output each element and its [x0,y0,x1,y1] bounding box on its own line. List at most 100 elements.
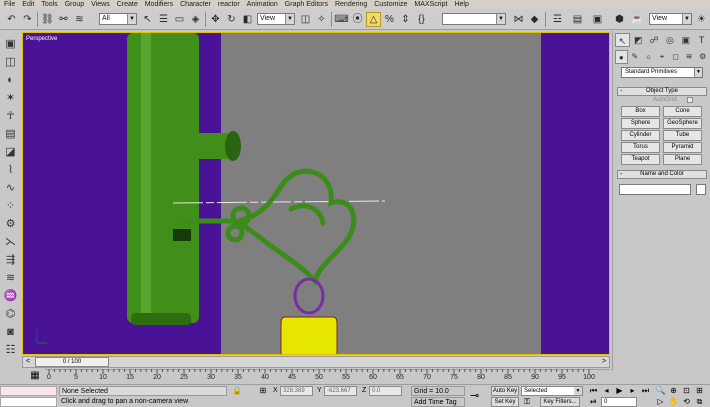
menu-views[interactable]: Views [91,1,110,8]
object-color-swatch[interactable] [696,184,706,195]
menu-modifiers[interactable]: Modifiers [145,1,173,8]
layer-manager-icon[interactable]: ☲ [550,12,565,27]
create-tab-icon[interactable]: ↖ [615,33,630,47]
key-mode-toggle-icon[interactable]: ⏯ [588,397,599,407]
lights-icon[interactable]: ☼ [642,50,655,64]
percent-snap-toggle-icon[interactable]: % [382,12,397,27]
create-cylinder-icon[interactable]: ◫ [3,54,18,69]
schematic-view-icon[interactable]: ▣ [590,12,605,27]
menu-maxscript[interactable]: MAXScript [414,1,447,8]
next-frame-icon[interactable]: ▸ [627,386,638,396]
select-by-name-icon[interactable]: ☰ [156,12,171,27]
x-coord-field[interactable]: 328.389 [280,386,313,396]
object-name-field[interactable] [619,184,691,195]
menu-help[interactable]: Help [454,1,468,8]
menu-animation[interactable]: Animation [247,1,278,8]
selection-lock-icon[interactable]: 🔒 [232,386,242,396]
perspective-viewport[interactable]: Perspective [22,32,610,355]
absolute-mode-transform-icon[interactable]: ⊞ [258,386,268,396]
material-editor-icon[interactable]: ⬢ [612,12,627,27]
render-view-dropdown[interactable]: View ▼ [649,13,692,25]
menu-graph-editors[interactable]: Graph Editors [285,1,328,8]
play-icon[interactable]: ▶ [614,386,625,396]
maximize-viewport-icon[interactable]: ⧉ [694,397,705,407]
set-key-button[interactable]: Set Key [491,397,519,407]
set-keys-icon[interactable]: ⚿ [522,397,532,407]
menu-rendering[interactable]: Rendering [335,1,367,8]
cameras-icon[interactable]: ⌖ [656,50,669,64]
select-and-rotate-icon[interactable]: ↻ [224,12,239,27]
tube-button[interactable]: Tube [663,130,702,141]
current-frame-field[interactable]: 0 [601,397,637,407]
geometry-icon[interactable]: ● [615,50,628,64]
keyboard-shortcut-override-icon[interactable]: ⌨ [334,12,349,27]
cone-button[interactable]: Cone [663,106,702,117]
redo-icon[interactable]: ↷ [20,12,35,27]
create-dummy-icon[interactable]: ⚙ [3,216,18,231]
z-coord-field[interactable]: 0.0 [369,386,402,396]
zoom-extents-icon[interactable]: ⊡ [681,386,692,396]
teapot-button[interactable]: Teapot [621,154,660,165]
curve-editor-icon[interactable]: ▤ [570,12,585,27]
create-boolean-icon[interactable]: ◙ [3,324,18,339]
create-camera-icon[interactable]: ▤ [3,126,18,141]
track-bar[interactable]: ▦ 0 5 10 15 20 25 30 35 40 45 50 55 60 65 70 75 80 85 90 95… [0,369,710,384]
create-sphere-icon[interactable]: ◐ [3,72,18,87]
select-and-scale-icon[interactable]: ◧ [240,12,255,27]
name-and-color-rollout[interactable]: - Name and Color [617,170,707,179]
sphere-button[interactable]: Sphere [621,118,660,129]
y-coord-field[interactable]: -623.667 [324,386,357,396]
menu-create[interactable]: Create [117,1,138,8]
align-icon[interactable]: ◆ [527,12,542,27]
go-to-end-icon[interactable]: ⏭ [640,386,651,396]
key-mode-dropdown[interactable]: Selected ▼ [521,386,583,396]
previous-frame-icon[interactable]: ◂ [601,386,612,396]
create-light-icon[interactable]: ✶ [3,90,18,105]
object-type-rollout[interactable]: - Object Type [617,87,707,96]
menu-file[interactable]: File [4,1,15,8]
selection-filter-dropdown[interactable]: All ▼ [99,13,137,25]
spinner-snap-toggle-icon[interactable]: ⇕ [398,12,413,27]
create-shape-icon[interactable]: ⌇ [3,162,18,177]
create-system-icon[interactable]: ⇶ [3,252,18,267]
primitive-category-dropdown[interactable]: Standard Primitives ▼ [621,67,703,78]
create-patch-icon[interactable]: ☷ [3,342,18,357]
manipulate-icon[interactable]: ✧ [314,12,329,27]
maxscript-listener-output[interactable] [0,397,57,407]
arc-rotate-icon[interactable]: ⟲ [681,397,692,407]
create-cloth-icon[interactable]: ♒ [3,288,18,303]
create-bones-icon[interactable]: ☥ [3,108,18,123]
go-to-start-icon[interactable]: ⏮ [588,386,599,396]
menu-tools[interactable]: Tools [41,1,57,8]
use-pivot-center-icon[interactable]: ◫ [298,12,313,27]
box-button[interactable]: Box [621,106,660,117]
render-scene-icon[interactable]: ☕ [630,12,645,27]
menu-edit[interactable]: Edit [22,1,34,8]
unlink-icon[interactable]: ⚯ [56,12,71,27]
track-ruler[interactable]: 0 5 10 15 20 25 30 35 40 45 50 55 60 65 70 75 80 85 90 95 10… [45,369,610,384]
time-slider-thumb[interactable]: 0 / 100 [35,357,109,367]
menu-character[interactable]: Character [180,1,211,8]
geosphere-button[interactable]: GeoSphere [663,118,702,129]
open-mini-curve-editor-icon[interactable]: ▦ [28,370,42,382]
time-slider-next-button[interactable]: > [599,357,609,367]
select-object-icon[interactable]: ↖ [140,12,155,27]
select-and-link-icon[interactable]: ⛓ [40,12,55,27]
menu-reactor[interactable]: reactor [218,1,240,8]
motion-tab-icon[interactable]: ◎ [663,33,678,47]
reference-coordinate-dropdown[interactable]: View ▼ [257,13,295,25]
create-helper-icon[interactable]: ◪ [3,144,18,159]
named-selection-sets-dropdown[interactable]: ▼ [442,13,506,25]
menu-customize[interactable]: Customize [374,1,407,8]
time-slider-prev-button[interactable]: < [23,357,33,367]
pyramid-button[interactable]: Pyramid [663,142,702,153]
zoom-all-icon[interactable]: ⊕ [668,386,679,396]
add-time-tag-button[interactable]: Add Time Tag [411,397,465,407]
viewport-label[interactable]: Perspective [26,36,57,42]
helpers-icon[interactable]: ◻ [669,50,682,64]
time-slider[interactable]: < 0 / 100 > [22,356,610,368]
create-particle-icon[interactable]: ⁘ [3,198,18,213]
create-space-warp-icon[interactable]: ⋋ [3,234,18,249]
torus-button[interactable]: Torus [621,142,660,153]
menu-group[interactable]: Group [65,1,84,8]
